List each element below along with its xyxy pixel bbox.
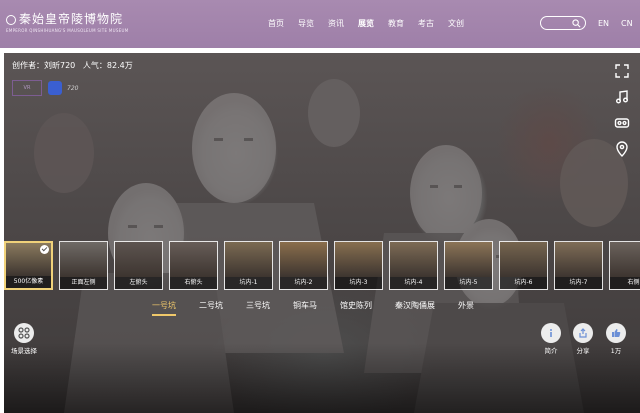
share-icon xyxy=(573,323,593,343)
info-icon xyxy=(541,323,561,343)
share-button[interactable]: 分享 xyxy=(568,323,598,355)
map-app-icon[interactable] xyxy=(48,81,62,95)
thumbnail-image xyxy=(115,242,162,277)
scene-select-button[interactable]: 场景选择 xyxy=(6,323,42,355)
thumbnail-image xyxy=(280,242,327,277)
scene-thumbnail[interactable]: 坑内-4 xyxy=(389,241,438,290)
thumbnail-label: 正面左侧 xyxy=(60,277,107,289)
side-toolbar xyxy=(614,63,630,167)
vr-glasses-icon[interactable] xyxy=(614,115,630,131)
nav-item[interactable]: 导览 xyxy=(298,18,314,29)
scene-thumbnail[interactable]: 正面左侧 xyxy=(59,241,108,290)
scene-tab[interactable]: 外景 xyxy=(458,300,474,316)
thumbnail-label: 坑内-1 xyxy=(225,277,272,289)
scene-thumbnail[interactable]: 坑内-5 xyxy=(444,241,493,290)
grid-icon xyxy=(14,323,34,343)
seal-icon xyxy=(6,14,16,25)
nav-item[interactable]: 教育 xyxy=(388,18,404,29)
thumbnail-image xyxy=(225,242,272,277)
thumbnail-label: 坑内-6 xyxy=(500,277,547,289)
search-input[interactable] xyxy=(540,16,586,30)
creator-badges: VR 720 xyxy=(12,80,78,96)
scene-tab[interactable]: 秦汉陶俑展 xyxy=(395,300,435,316)
scene-group-tabs: 一号坑 二号坑 三号坑 铜车马 馆史陈列 秦汉陶俑展 外景 xyxy=(152,300,497,316)
thumbs-up-icon xyxy=(606,323,626,343)
scene-thumbnail[interactable]: 坑内-3 xyxy=(334,241,383,290)
intro-label: 简介 xyxy=(544,347,558,355)
like-button[interactable]: 1万 xyxy=(601,323,631,355)
check-icon xyxy=(40,245,49,254)
logo-english: EMPEROR QINSHIHUANG'S MAUSOLEUM SITE MUS… xyxy=(6,28,129,33)
scene-thumbnails: 500亿像素 正面左侧 左俯头 右俯头 坑内-1 坑内-2 坑内-3 坑内-4 坑内-5 坑内-6… xyxy=(4,241,640,290)
scene-thumbnail[interactable]: 500亿像素 xyxy=(4,241,53,290)
music-icon[interactable] xyxy=(614,89,630,105)
lang-cn-link[interactable]: CN xyxy=(621,19,633,28)
scene-tab[interactable]: 三号坑 xyxy=(246,300,270,316)
thumbnail-image xyxy=(610,242,640,277)
thumbnail-image xyxy=(500,242,547,277)
thumbnail-image xyxy=(555,242,602,277)
thumbnail-image xyxy=(170,242,217,277)
thumbnail-label: 坑内-2 xyxy=(280,277,327,289)
logo-chinese: 秦始皇帝陵博物院 xyxy=(6,10,129,27)
like-count: 1万 xyxy=(610,347,622,355)
nav-item[interactable]: 文创 xyxy=(448,18,464,29)
share-label: 分享 xyxy=(576,347,590,355)
panorama-viewer[interactable]: 创作者：刘昕720 人气：82.4万 VR 720 xyxy=(4,53,640,413)
museum-logo[interactable]: 秦始皇帝陵博物院 EMPEROR QINSHIHUANG'S MAUSOLEUM… xyxy=(6,10,129,40)
thumbnail-image xyxy=(335,242,382,277)
author-info: 创作者：刘昕720 人气：82.4万 xyxy=(12,61,133,70)
thumbnail-label: 500亿像素 xyxy=(6,276,51,288)
top-navigation-bar: 秦始皇帝陵博物院 EMPEROR QINSHIHUANG'S MAUSOLEUM… xyxy=(0,0,640,48)
location-icon[interactable] xyxy=(614,141,630,157)
scene-tab[interactable]: 馆史陈列 xyxy=(340,300,372,316)
thumbnail-label: 坑内-5 xyxy=(445,277,492,289)
thumbnail-label: 左俯头 xyxy=(115,277,162,289)
scene-tab[interactable]: 铜车马 xyxy=(293,300,317,316)
scene-thumbnail[interactable]: 坑内-1 xyxy=(224,241,273,290)
fullscreen-icon[interactable] xyxy=(614,63,630,79)
scene-select-label: 场景选择 xyxy=(11,347,37,355)
scene-tab[interactable]: 一号坑 xyxy=(152,300,176,316)
thumbnail-image xyxy=(390,242,437,277)
scene-tab[interactable]: 二号坑 xyxy=(199,300,223,316)
nav-item[interactable]: 展览 xyxy=(358,18,374,29)
nav-item[interactable]: 资讯 xyxy=(328,18,344,29)
lang-en-link[interactable]: EN xyxy=(598,19,609,28)
intro-button[interactable]: 简介 xyxy=(536,323,566,355)
thumbnail-label: 右侧 xyxy=(610,277,640,289)
thumbnail-image xyxy=(445,242,492,277)
scene-thumbnail[interactable]: 坑内-6 xyxy=(499,241,548,290)
search-icon xyxy=(572,19,581,28)
scene-thumbnail[interactable]: 坑内-2 xyxy=(279,241,328,290)
scene-thumbnail[interactable]: 坑内-7 xyxy=(554,241,603,290)
nav-item[interactable]: 考古 xyxy=(418,18,434,29)
scene-thumbnail[interactable]: 右侧 xyxy=(609,241,640,290)
thumbnail-label: 坑内-4 xyxy=(390,277,437,289)
thumbnail-label: 右俯头 xyxy=(170,277,217,289)
720-badge[interactable]: 720 xyxy=(67,85,78,92)
scene-thumbnail[interactable]: 左俯头 xyxy=(114,241,163,290)
vr-tour-page: 秦始皇帝陵博物院 EMPEROR QINSHIHUANG'S MAUSOLEUM… xyxy=(0,0,640,413)
main-nav: 首页 导览 资讯 展览 教育 考古 文创 xyxy=(268,18,478,29)
vr-badge[interactable]: VR xyxy=(12,80,42,96)
thumbnail-image xyxy=(60,242,107,277)
thumbnail-label: 坑内-7 xyxy=(555,277,602,289)
thumbnail-label: 坑内-3 xyxy=(335,277,382,289)
scene-thumbnail[interactable]: 右俯头 xyxy=(169,241,218,290)
nav-item[interactable]: 首页 xyxy=(268,18,284,29)
